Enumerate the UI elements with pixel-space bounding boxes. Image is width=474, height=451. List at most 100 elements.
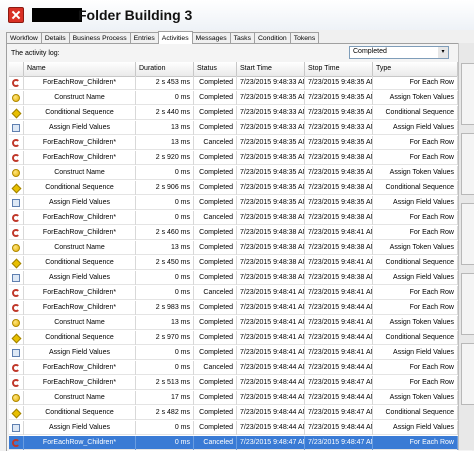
table-row[interactable]: Conditional Sequence 2 s 906 ms Completed 7… [9,181,458,195]
row-status: Completed [194,76,237,90]
table-row[interactable]: Construct Name 17 ms Completed 7/23/2015 9:… [9,391,458,405]
row-type: For Each Row [373,376,458,390]
row-icon-cell [9,391,24,405]
table-row[interactable]: Construct Name 13 ms Completed 7/23/2015 9:… [9,241,458,255]
row-duration: 2 s 450 ms [136,256,194,270]
token-icon [12,394,20,402]
row-name: ForEachRow_Children* [24,136,136,150]
field-icon [12,199,20,207]
header-icon-column[interactable] [9,62,24,76]
loop-icon [12,439,20,447]
row-duration: 0 ms [136,421,194,435]
column-header-name[interactable]: Name [24,62,136,76]
row-start-time: 7/23/2015 9:48:38 AM [237,241,305,255]
table-row[interactable]: ForEachRow_Children* 2 s 920 ms Completed 7… [9,151,458,165]
row-duration: 0 ms [136,361,194,375]
row-start-time: 7/23/2015 9:48:41 AM [237,346,305,360]
side-tab[interactable] [461,203,474,265]
row-start-time: 7/23/2015 9:48:41 AM [237,286,305,300]
row-status: Completed [194,376,237,390]
row-name: Construct Name [24,241,136,255]
table-row[interactable]: Construct Name 0 ms Completed 7/23/2015 9:4… [9,166,458,180]
row-type: Assign Field Values [373,196,458,210]
row-duration: 0 ms [136,286,194,300]
row-start-time: 7/23/2015 9:48:33 AM [237,121,305,135]
table-row[interactable]: ForEachRow_Children* 0 ms Canceled 7/23/201… [9,286,458,300]
row-name: Assign Field Values [24,346,136,360]
token-icon [12,169,20,177]
table-row[interactable]: ForEachRow_Children* 2 s 453 ms Completed 7… [9,76,458,90]
row-start-time: 7/23/2015 9:48:35 AM [237,181,305,195]
column-header-start-time[interactable]: Start Time [237,62,305,76]
row-name: Assign Field Values [24,421,136,435]
table-row[interactable]: Construct Name 13 ms Completed 7/23/2015 9:… [9,316,458,330]
row-start-time: 7/23/2015 9:48:47 AM [237,436,305,450]
field-icon [12,349,20,357]
row-status: Completed [194,196,237,210]
row-stop-time: 7/23/2015 9:48:35 AM [305,106,373,120]
row-icon-cell [9,256,24,270]
table-row[interactable]: Conditional Sequence 2 s 970 ms Completed 7… [9,331,458,345]
row-status: Completed [194,106,237,120]
table-row[interactable]: Assign Field Values 0 ms Completed 7/23/201… [9,196,458,210]
row-name: Construct Name [24,316,136,330]
table-row[interactable]: ForEachRow_Children* 0 ms Canceled 7/23/201… [9,361,458,375]
column-header-duration[interactable]: Duration [136,62,194,76]
row-type: Conditional Sequence [373,406,458,420]
row-duration: 13 ms [136,241,194,255]
row-duration: 13 ms [136,121,194,135]
row-start-time: 7/23/2015 9:48:38 AM [237,226,305,240]
table-row[interactable]: Construct Name 0 ms Completed 7/23/2015 9:4… [9,91,458,105]
table-row[interactable]: Assign Field Values 13 ms Completed 7/23/20… [9,121,458,135]
row-name: Assign Field Values [24,271,136,285]
side-tab[interactable] [461,133,474,195]
row-stop-time: 7/23/2015 9:48:41 AM [305,256,373,270]
row-stop-time: 7/23/2015 9:48:35 AM [305,166,373,180]
table-row[interactable]: ForEachRow_Children* 0 ms Canceled 7/23/201… [9,436,458,450]
column-header-type[interactable]: Type [373,62,458,76]
table-row[interactable]: Conditional Sequence 2 s 440 ms Completed 7… [9,106,458,120]
status-filter-dropdown[interactable]: Completed ▾ [349,46,449,59]
side-tab[interactable] [461,273,474,335]
row-icon-cell [9,181,24,195]
loop-icon [12,139,20,147]
row-stop-time: 7/23/2015 9:48:47 AM [305,436,373,450]
side-tab[interactable] [461,63,474,125]
row-start-time: 7/23/2015 9:48:44 AM [237,391,305,405]
row-duration: 0 ms [136,91,194,105]
row-status: Completed [194,181,237,195]
table-row[interactable]: Conditional Sequence 2 s 450 ms Completed 7… [9,256,458,270]
loop-icon [12,379,20,387]
row-icon-cell [9,196,24,210]
row-status: Completed [194,331,237,345]
table-row[interactable]: ForEachRow_Children* 2 s 460 ms Completed 7… [9,226,458,240]
row-icon-cell [9,166,24,180]
row-start-time: 7/23/2015 9:48:33 AM [237,76,305,90]
sequence-icon [11,333,22,344]
column-header-stop-time[interactable]: Stop Time [305,62,373,76]
row-icon-cell [9,211,24,225]
table-row[interactable]: ForEachRow_Children* 0 ms Canceled 7/23/201… [9,211,458,225]
sequence-icon [11,258,22,269]
table-row[interactable]: ForEachRow_Children* 2 s 513 ms Completed 7… [9,376,458,390]
activity-log-table: Name Duration Status Start Time Stop Tim… [9,62,458,451]
row-name: Construct Name [24,166,136,180]
table-row[interactable]: ForEachRow_Children* 2 s 983 ms Completed 7… [9,301,458,315]
tab-activities[interactable]: Activities [157,31,193,44]
sequence-icon [11,183,22,194]
column-header-status[interactable]: Status [194,62,237,76]
row-name: Conditional Sequence [24,106,136,120]
row-icon-cell [9,91,24,105]
row-start-time: 7/23/2015 9:48:35 AM [237,196,305,210]
row-type: Assign Field Values [373,346,458,360]
row-duration: 0 ms [136,166,194,180]
table-row[interactable]: Assign Field Values 0 ms Completed 7/23/201… [9,271,458,285]
row-icon-cell [9,436,24,450]
right-side-strip [458,43,474,450]
table-row[interactable]: Assign Field Values 0 ms Completed 7/23/201… [9,346,458,360]
table-row[interactable]: ForEachRow_Children* 13 ms Canceled 7/23/20… [9,136,458,150]
table-row[interactable]: Conditional Sequence 2 s 482 ms Completed 7… [9,406,458,420]
table-row[interactable]: Assign Field Values 0 ms Completed 7/23/201… [9,421,458,435]
chevron-down-icon[interactable]: ▾ [438,47,448,58]
side-tab[interactable] [461,343,474,405]
